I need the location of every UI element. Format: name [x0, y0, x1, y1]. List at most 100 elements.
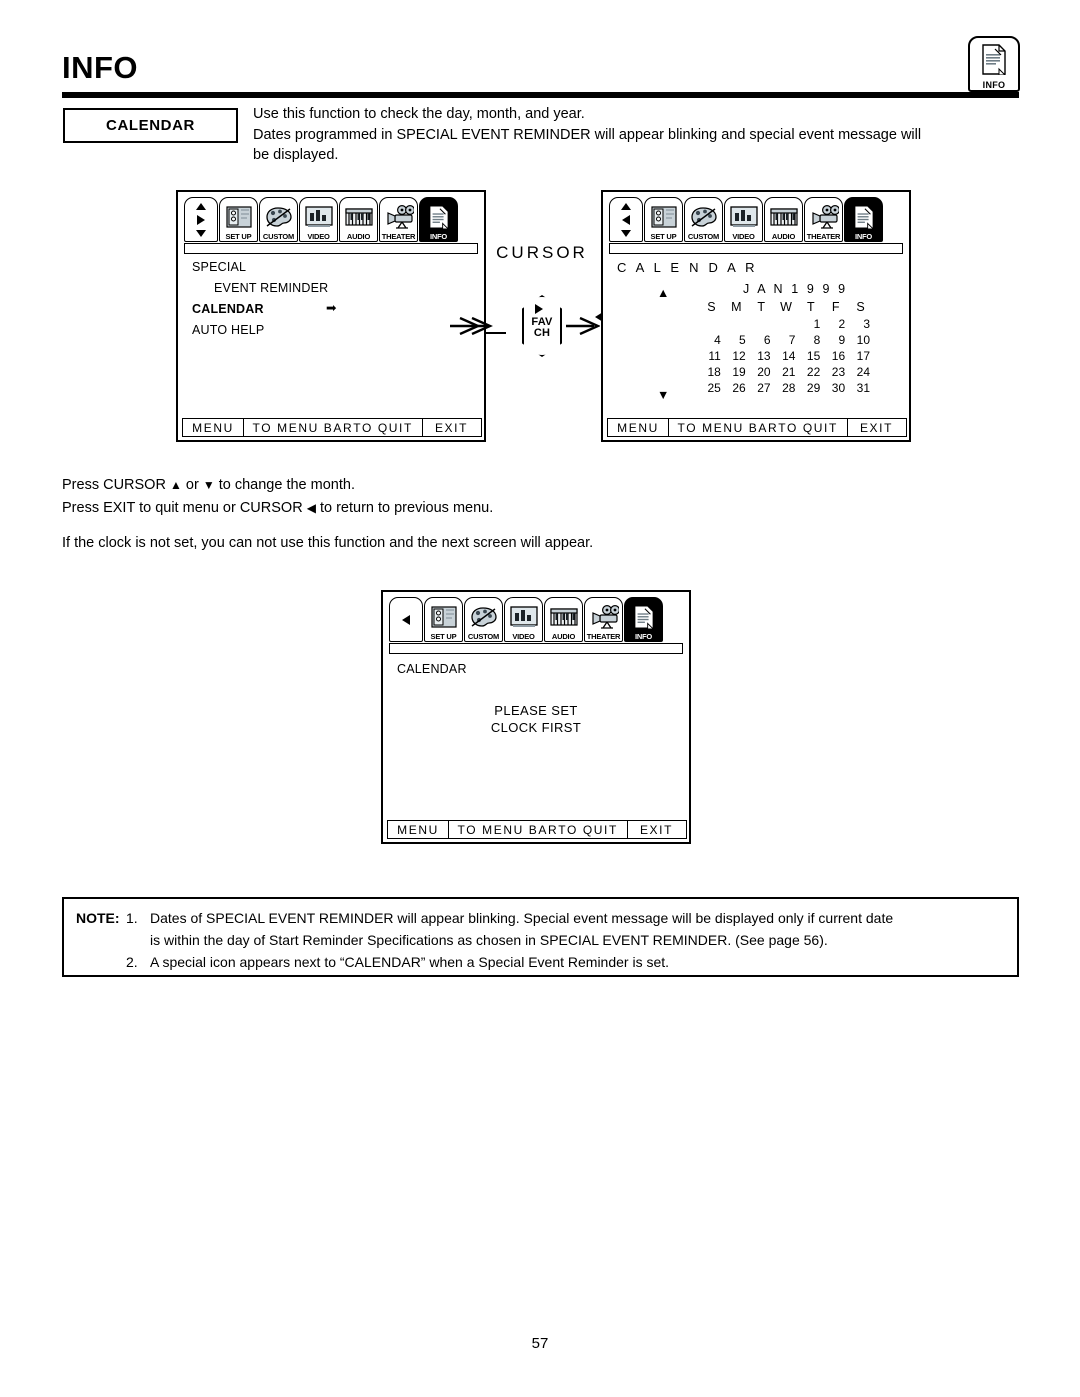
note-item-2-number: 2. [126, 954, 138, 970]
nav-arrows-tab[interactable] [184, 197, 218, 242]
clock-screen-heading: CALENDAR [397, 662, 467, 676]
tab-label: CUSTOM [467, 632, 500, 641]
osd-key-bar: MENU TO MENU BAR TO QUIT EXIT [607, 418, 907, 437]
text: Press EXIT to quit menu or CURSOR [62, 500, 307, 516]
arrow-up-icon [621, 202, 631, 210]
calendar-day: 17 [856, 349, 870, 363]
tab-label: SET UP [650, 232, 677, 241]
note-item-1-number: 1. [126, 910, 138, 926]
menu-item-special[interactable]: SPECIAL [192, 260, 246, 274]
arrow-down-icon: ▼ [202, 478, 215, 492]
ch-label: CH [533, 327, 551, 339]
instruction-line-2: Press EXIT to quit menu or CURSOR ◀ to r… [62, 497, 493, 519]
calendar-day: 15 [806, 349, 821, 363]
clock-warning-message: PLEASE SET CLOCK FIRST [383, 702, 689, 736]
tab-set-up[interactable]: SET UP [424, 597, 463, 642]
tab-label: VIDEO [732, 232, 755, 241]
tab-custom[interactable]: CUSTOM [259, 197, 298, 242]
tab-label: THEATER [381, 232, 416, 241]
cursor-flow-group: CURSOR FAV CH [450, 243, 600, 363]
nav-arrows-tab[interactable] [609, 197, 643, 242]
tab-info[interactable]: INFO [419, 197, 458, 242]
tab-label: THEATER [806, 232, 841, 241]
tab-set-up[interactable]: SET UP [644, 197, 683, 242]
key-exit[interactable]: EXIT [421, 418, 482, 437]
arrow-right-icon [535, 304, 543, 314]
key-menu[interactable]: MENU [182, 418, 244, 437]
tab-theater[interactable]: THEATER [379, 197, 418, 242]
key-hints: TO MENU BAR TO QUIT [447, 820, 628, 839]
key-menu[interactable]: MENU [607, 418, 669, 437]
setup-icon [220, 203, 257, 231]
arrow-left-icon [402, 614, 410, 625]
tab-info[interactable]: INFO [844, 197, 883, 242]
tab-label: VIDEO [307, 232, 330, 241]
calendar-day: 20 [757, 365, 771, 379]
tab-label: INFO [854, 232, 873, 241]
fav-ch-button[interactable]: FAV CH [522, 295, 562, 357]
key-hints: TO MENU BAR TO QUIT [242, 418, 423, 437]
calendar-day: 23 [831, 365, 846, 379]
tab-info[interactable]: INFO [624, 597, 663, 642]
palette-icon [465, 603, 502, 631]
key-exit[interactable]: EXIT [626, 820, 687, 839]
note-label: NOTE: [76, 910, 120, 926]
title-divider [62, 92, 1019, 98]
tab-label: CUSTOM [262, 232, 295, 241]
tab-audio[interactable]: AUDIO [544, 597, 583, 642]
calendar-day: 9 [838, 333, 846, 347]
palette-icon [260, 203, 297, 231]
calendar-day: 8 [813, 333, 821, 347]
key-to-menu-bar: TO MENU BAR [252, 420, 354, 435]
month-up-arrow[interactable]: ▲ [657, 286, 670, 300]
key-exit[interactable]: EXIT [846, 418, 907, 437]
tab-audio[interactable]: AUDIO [339, 197, 378, 242]
theater-icon [380, 203, 417, 231]
calendar-day: 24 [856, 365, 870, 379]
key-to-menu-bar: TO MENU BAR [457, 822, 559, 837]
note-item-1-line-1: Dates of SPECIAL EVENT REMINDER will app… [150, 910, 894, 926]
audio-icon [340, 203, 377, 231]
menu-item-calendar[interactable]: CALENDAR [192, 302, 264, 316]
page-number: 57 [531, 1335, 549, 1352]
arrow-left-icon: ◀ [306, 501, 316, 515]
calendar-day: 31 [856, 381, 870, 395]
calendar-day: 25 [707, 381, 721, 395]
tab-custom[interactable]: CUSTOM [464, 597, 503, 642]
nav-arrows-tab[interactable] [389, 597, 423, 642]
setup-icon [425, 603, 462, 631]
corner-icon-label: INFO [982, 80, 1006, 90]
text: Press CURSOR [62, 477, 170, 493]
arrow-down-icon [196, 229, 206, 237]
osd-icon-bar: SET UP CUSTOM VIDEO AUDIO THEATER INFO [609, 197, 883, 242]
tab-label: THEATER [586, 632, 621, 641]
tab-video[interactable]: VIDEO [299, 197, 338, 242]
tab-audio[interactable]: AUDIO [764, 197, 803, 242]
text: to return to previous menu. [315, 500, 494, 516]
tab-video[interactable]: VIDEO [504, 597, 543, 642]
calendar-day: 16 [831, 349, 846, 363]
tab-set-up[interactable]: SET UP [219, 197, 258, 242]
setup-icon [645, 203, 682, 231]
arrow-down-icon [621, 229, 631, 237]
calendar-day [724, 317, 749, 331]
calendar-day: 27 [757, 381, 771, 395]
osd-icon-bar: SET UP CUSTOM VIDEO AUDIO THEATER INFO [184, 197, 458, 242]
key-menu[interactable]: MENU [387, 820, 449, 839]
tab-theater[interactable]: THEATER [804, 197, 843, 242]
month-down-arrow[interactable]: ▼ [657, 388, 670, 402]
message-line-1: PLEASE SET [494, 703, 578, 718]
tab-video[interactable]: VIDEO [724, 197, 763, 242]
tab-custom[interactable]: CUSTOM [684, 197, 723, 242]
fav-ch-label: FAV CH [522, 317, 562, 339]
weekday-header: W [780, 300, 792, 314]
video-icon [505, 603, 542, 631]
tab-theater[interactable]: THEATER [584, 597, 623, 642]
menu-item-event-reminder[interactable]: EVENT REMINDER [214, 281, 328, 295]
palette-icon [685, 203, 722, 231]
key-to-quit: TO QUIT [558, 822, 618, 837]
osd-screen-special-menu: SET UP CUSTOM VIDEO AUDIO THEATER INFO S… [176, 190, 506, 442]
menu-item-auto-help[interactable]: AUTO HELP [192, 323, 264, 337]
document-icon [981, 44, 1007, 76]
osd-key-bar: MENU TO MENU BAR TO QUIT EXIT [387, 820, 687, 839]
